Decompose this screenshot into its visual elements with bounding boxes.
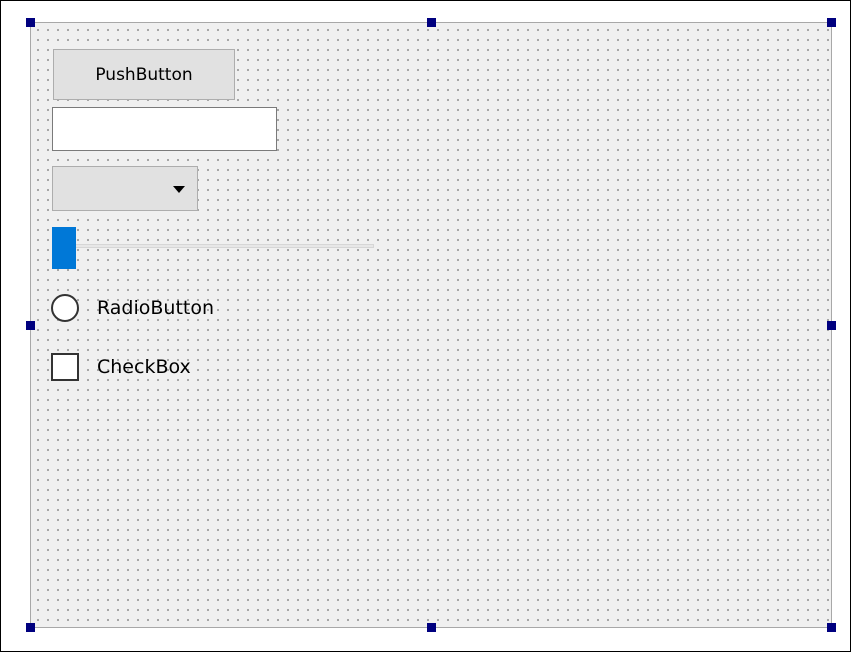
resize-handle-bottom-left[interactable] <box>26 623 35 632</box>
resize-handle-bottom-center[interactable] <box>427 623 436 632</box>
resize-handle-middle-left[interactable] <box>26 321 35 330</box>
slider-track[interactable] <box>54 244 374 248</box>
radio-indicator[interactable] <box>51 294 79 322</box>
resize-handle-bottom-right[interactable] <box>827 623 836 632</box>
resize-handle-top-right[interactable] <box>827 18 836 27</box>
radio-button-label: RadioButton <box>97 297 215 319</box>
radio-button[interactable]: RadioButton <box>51 292 214 324</box>
chevron-down-icon[interactable] <box>173 186 185 193</box>
resize-handle-middle-right[interactable] <box>827 321 836 330</box>
resize-handle-top-left[interactable] <box>26 18 35 27</box>
checkbox-indicator[interactable] <box>51 353 79 381</box>
resize-handle-top-center[interactable] <box>427 18 436 27</box>
push-button[interactable]: PushButton <box>53 49 235 100</box>
line-edit[interactable] <box>52 107 277 151</box>
check-box[interactable]: CheckBox <box>51 351 191 383</box>
slider-handle[interactable] <box>52 227 76 269</box>
combo-box[interactable] <box>52 166 198 211</box>
check-box-label: CheckBox <box>97 356 191 378</box>
